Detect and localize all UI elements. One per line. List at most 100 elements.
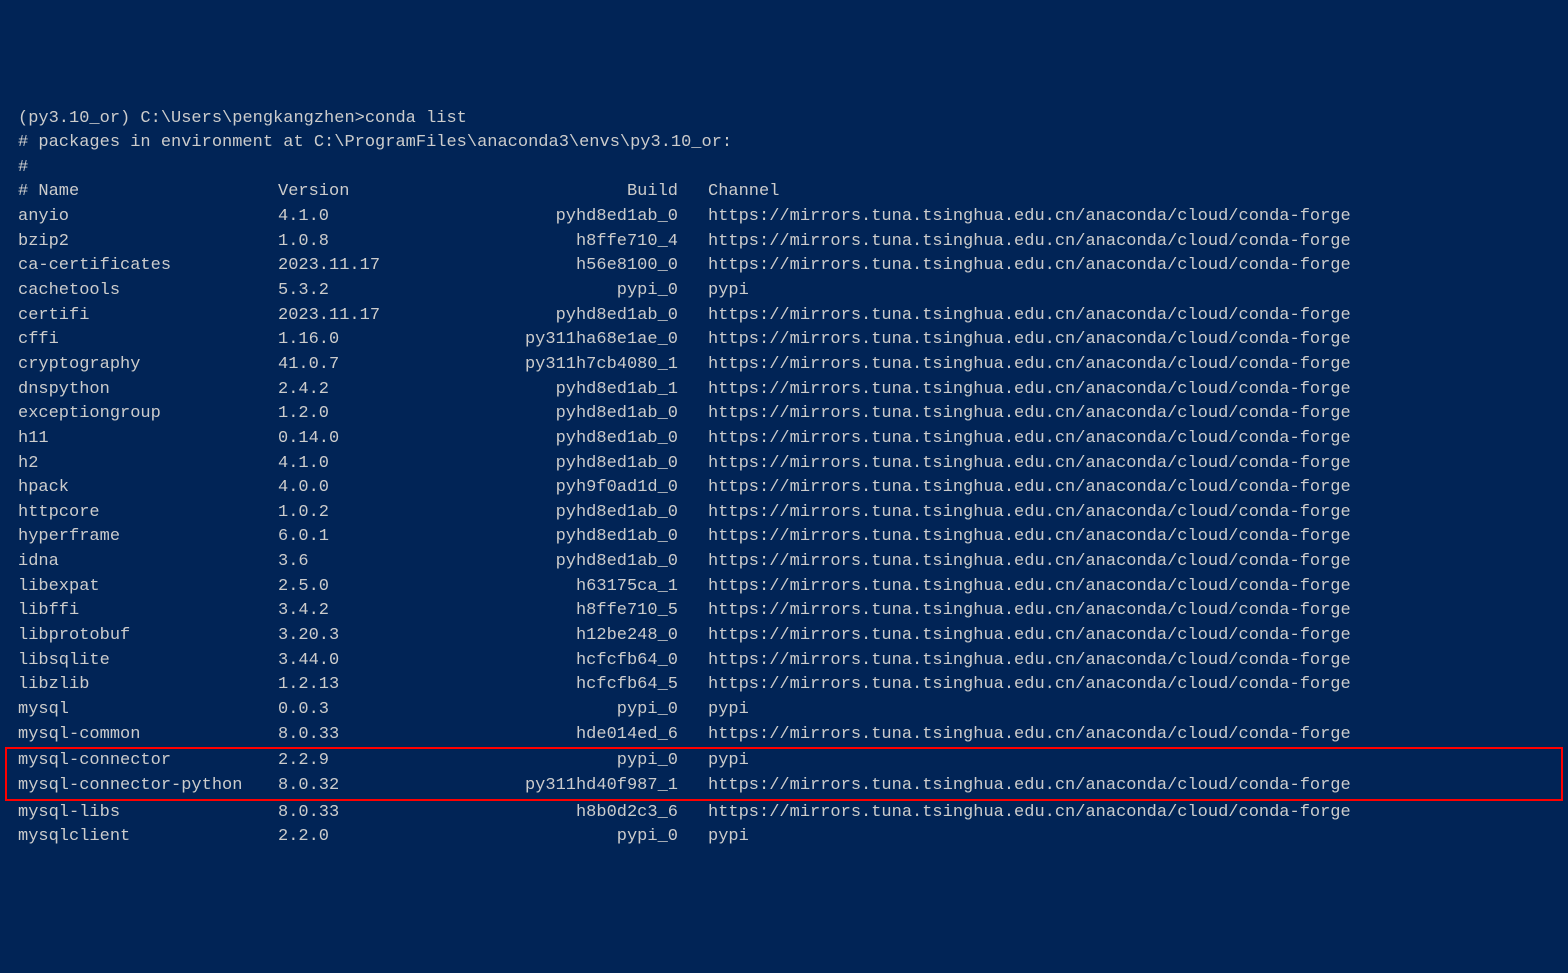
package-channel: https://mirrors.tuna.tsinghua.edu.cn/ana… xyxy=(678,801,1351,826)
package-version: 4.0.0 xyxy=(278,476,478,501)
package-build: pyhd8ed1ab_0 xyxy=(478,501,678,526)
package-name: mysql-libs xyxy=(18,801,278,826)
terminal-output[interactable]: (py3.10_or) C:\Users\pengkangzhen>conda … xyxy=(18,107,1550,850)
package-build: pypi_0 xyxy=(478,698,678,723)
package-channel: https://mirrors.tuna.tsinghua.edu.cn/ana… xyxy=(678,304,1351,329)
package-build: pyhd8ed1ab_0 xyxy=(478,525,678,550)
package-row: bzip21.0.8h8ffe710_4https://mirrors.tuna… xyxy=(18,230,1550,255)
package-row: mysql0.0.3pypi_0pypi xyxy=(18,698,1550,723)
package-row: idna3.6pyhd8ed1ab_0https://mirrors.tuna.… xyxy=(18,550,1550,575)
package-version: 8.0.33 xyxy=(278,801,478,826)
package-channel: https://mirrors.tuna.tsinghua.edu.cn/ana… xyxy=(678,723,1351,748)
package-build: h63175ca_1 xyxy=(478,575,678,600)
package-channel: https://mirrors.tuna.tsinghua.edu.cn/ana… xyxy=(678,402,1351,427)
package-row: hpack4.0.0pyh9f0ad1d_0https://mirrors.tu… xyxy=(18,476,1550,501)
package-channel: https://mirrors.tuna.tsinghua.edu.cn/ana… xyxy=(678,624,1351,649)
package-build: pyh9f0ad1d_0 xyxy=(478,476,678,501)
package-version: 0.0.3 xyxy=(278,698,478,723)
package-row: cachetools5.3.2pypi_0pypi xyxy=(18,279,1550,304)
package-build: pyhd8ed1ab_0 xyxy=(478,452,678,477)
package-name: anyio xyxy=(18,205,278,230)
package-name: libprotobuf xyxy=(18,624,278,649)
package-row: mysqlclient2.2.0pypi_0pypi xyxy=(18,825,1550,850)
package-version: 2.5.0 xyxy=(278,575,478,600)
hash-line: # xyxy=(18,156,1550,181)
package-row: hyperframe6.0.1pyhd8ed1ab_0https://mirro… xyxy=(18,525,1550,550)
prompt-line: (py3.10_or) C:\Users\pengkangzhen>conda … xyxy=(18,107,1550,132)
package-build: pyhd8ed1ab_0 xyxy=(478,427,678,452)
package-channel: https://mirrors.tuna.tsinghua.edu.cn/ana… xyxy=(678,476,1351,501)
package-build: py311ha68e1ae_0 xyxy=(478,328,678,353)
package-build: hcfcfb64_5 xyxy=(478,673,678,698)
package-row: libzlib1.2.13hcfcfb64_5https://mirrors.t… xyxy=(18,673,1550,698)
package-row: h24.1.0pyhd8ed1ab_0https://mirrors.tuna.… xyxy=(18,452,1550,477)
package-name: cachetools xyxy=(18,279,278,304)
package-name: mysql-connector-python xyxy=(18,774,278,799)
package-row: exceptiongroup1.2.0pyhd8ed1ab_0https://m… xyxy=(18,402,1550,427)
package-row: h110.14.0pyhd8ed1ab_0https://mirrors.tun… xyxy=(18,427,1550,452)
package-version: 4.1.0 xyxy=(278,452,478,477)
package-build: hde014ed_6 xyxy=(478,723,678,748)
package-version: 8.0.33 xyxy=(278,723,478,748)
package-channel: pypi xyxy=(678,749,749,774)
package-name: h2 xyxy=(18,452,278,477)
header-channel: Channel xyxy=(678,180,779,205)
package-channel: https://mirrors.tuna.tsinghua.edu.cn/ana… xyxy=(678,599,1351,624)
header-version: Version xyxy=(278,180,478,205)
package-name: ca-certificates xyxy=(18,254,278,279)
package-name: hpack xyxy=(18,476,278,501)
package-row: dnspython2.4.2pyhd8ed1ab_1https://mirror… xyxy=(18,378,1550,403)
package-build: hcfcfb64_0 xyxy=(478,649,678,674)
package-name: certifi xyxy=(18,304,278,329)
package-version: 2023.11.17 xyxy=(278,304,478,329)
package-row: certifi2023.11.17pyhd8ed1ab_0https://mir… xyxy=(18,304,1550,329)
package-build: h8ffe710_5 xyxy=(478,599,678,624)
package-channel: https://mirrors.tuna.tsinghua.edu.cn/ana… xyxy=(678,452,1351,477)
package-channel: https://mirrors.tuna.tsinghua.edu.cn/ana… xyxy=(678,649,1351,674)
package-row: ca-certificates2023.11.17h56e8100_0https… xyxy=(18,254,1550,279)
package-name: libzlib xyxy=(18,673,278,698)
package-name: libffi xyxy=(18,599,278,624)
package-version: 0.14.0 xyxy=(278,427,478,452)
header-name: # Name xyxy=(18,180,278,205)
package-name: httpcore xyxy=(18,501,278,526)
package-version: 2.2.9 xyxy=(278,749,478,774)
env-comment: # packages in environment at C:\ProgramF… xyxy=(18,131,1550,156)
package-build: h12be248_0 xyxy=(478,624,678,649)
package-build: h56e8100_0 xyxy=(478,254,678,279)
package-name: mysql-common xyxy=(18,723,278,748)
package-version: 1.2.0 xyxy=(278,402,478,427)
package-version: 41.0.7 xyxy=(278,353,478,378)
package-row: httpcore1.0.2pyhd8ed1ab_0https://mirrors… xyxy=(18,501,1550,526)
package-build: py311hd40f987_1 xyxy=(478,774,678,799)
package-channel: https://mirrors.tuna.tsinghua.edu.cn/ana… xyxy=(678,525,1351,550)
package-version: 1.16.0 xyxy=(278,328,478,353)
package-name: cffi xyxy=(18,328,278,353)
package-channel: pypi xyxy=(678,698,749,723)
package-channel: pypi xyxy=(678,279,749,304)
package-version: 3.20.3 xyxy=(278,624,478,649)
package-channel: https://mirrors.tuna.tsinghua.edu.cn/ana… xyxy=(678,328,1351,353)
package-name: mysql xyxy=(18,698,278,723)
package-name: mysql-connector xyxy=(18,749,278,774)
header-row: # NameVersionBuildChannel xyxy=(18,180,1550,205)
prompt-path: C:\Users\pengkangzhen> xyxy=(140,109,364,128)
package-channel: https://mirrors.tuna.tsinghua.edu.cn/ana… xyxy=(678,550,1351,575)
package-build: pypi_0 xyxy=(478,279,678,304)
package-version: 1.0.2 xyxy=(278,501,478,526)
package-channel: https://mirrors.tuna.tsinghua.edu.cn/ana… xyxy=(678,774,1351,799)
package-channel: https://mirrors.tuna.tsinghua.edu.cn/ana… xyxy=(678,378,1351,403)
package-build: pyhd8ed1ab_0 xyxy=(478,550,678,575)
package-version: 2.2.0 xyxy=(278,825,478,850)
package-row: mysql-common8.0.33hde014ed_6https://mirr… xyxy=(18,723,1550,748)
prompt-env: (py3.10_or) xyxy=(18,109,130,128)
package-row: mysql-connector-python8.0.32py311hd40f98… xyxy=(18,774,1550,799)
package-channel: https://mirrors.tuna.tsinghua.edu.cn/ana… xyxy=(678,254,1351,279)
package-name: hyperframe xyxy=(18,525,278,550)
package-build: pyhd8ed1ab_0 xyxy=(478,402,678,427)
package-name: h11 xyxy=(18,427,278,452)
package-name: libexpat xyxy=(18,575,278,600)
package-version: 8.0.32 xyxy=(278,774,478,799)
package-version: 3.4.2 xyxy=(278,599,478,624)
package-build: pyhd8ed1ab_1 xyxy=(478,378,678,403)
